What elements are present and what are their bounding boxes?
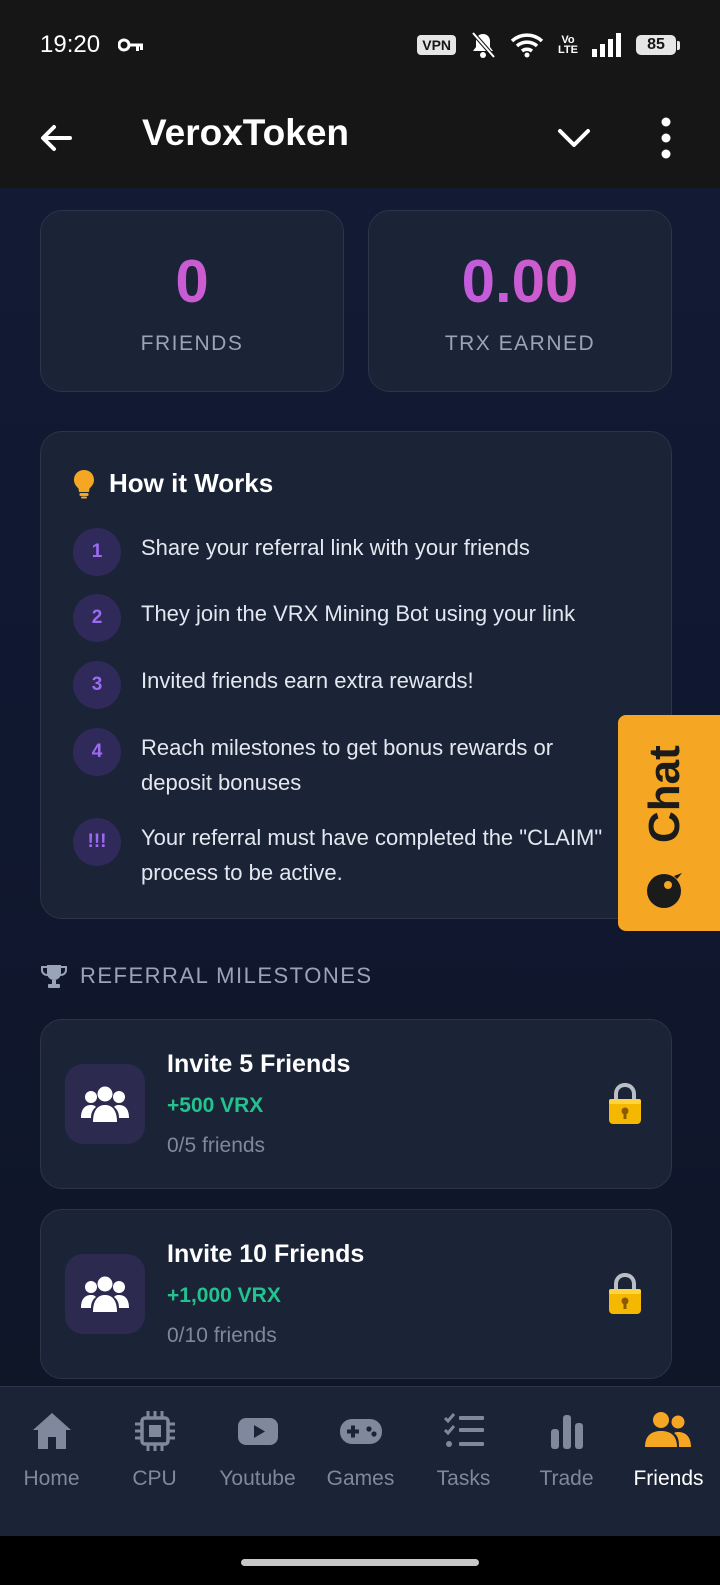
step-item: 2 They join the VRX Mining Bot using you… [73, 594, 621, 642]
more-options-icon[interactable] [656, 116, 676, 160]
chat-button[interactable]: Chat [618, 715, 720, 931]
chevron-down-icon[interactable] [556, 120, 592, 156]
nav-friends[interactable]: Friends [617, 1387, 720, 1537]
trx-earned-label: TRX EARNED [444, 332, 596, 355]
step-item: !!! Your referral must have completed th… [73, 818, 621, 890]
milestones-heading-label: REFERRAL MILESTONES [80, 963, 373, 988]
milestone-reward: +500 VRX [167, 1094, 264, 1117]
milestones-heading: REFERRAL MILESTONES [40, 963, 373, 989]
step-item: 1 Share your referral link with your fri… [73, 528, 621, 576]
milestone-progress: 0/5 friends [167, 1134, 266, 1157]
step-item: 3 Invited friends earn extra rewards! [73, 661, 621, 709]
home-icon [33, 1413, 71, 1449]
step-number-badge: !!! [73, 818, 121, 866]
back-arrow-icon[interactable] [36, 118, 76, 158]
nav-cpu[interactable]: CPU [103, 1387, 206, 1537]
vpn-badge: VPN [417, 35, 457, 55]
gamepad-icon [340, 1419, 382, 1444]
nav-home[interactable]: Home [0, 1387, 103, 1537]
status-time: 19:20 [40, 31, 101, 58]
nav-label: Tasks [436, 1467, 491, 1490]
status-bar: 19:20 VPN Vo LTE 85 [0, 0, 720, 90]
trx-earned-stat-card: 0.00 TRX EARNED [368, 210, 672, 392]
nav-label: Home [23, 1467, 80, 1490]
step-number-badge: 3 [73, 661, 121, 709]
how-it-works-title: How it Works [109, 468, 274, 498]
friends-stat-card: 0 FRIENDS [40, 210, 344, 392]
milestone-card: Invite 5 Friends +500 VRX 0/5 friends [40, 1019, 672, 1189]
nav-label: CPU [132, 1467, 177, 1490]
volte-indicator: Vo LTE [558, 34, 578, 56]
chat-label: Chat [640, 745, 689, 843]
step-text: Reach milestones to get bonus rewards or… [141, 735, 554, 795]
gesture-handle[interactable] [241, 1559, 479, 1566]
nav-tasks[interactable]: Tasks [412, 1387, 515, 1537]
youtube-icon [238, 1418, 278, 1445]
nav-trade[interactable]: Trade [515, 1387, 618, 1537]
milestone-progress: 0/10 friends [167, 1324, 277, 1347]
nav-label: Games [326, 1467, 395, 1490]
trx-earned-value: 0.00 [369, 247, 671, 316]
users-icon [81, 1086, 129, 1122]
step-text: Share your referral link with your frien… [141, 535, 530, 560]
step-number-badge: 2 [73, 594, 121, 642]
bottom-navigation: Home CPU Youtube Games Tasks Trade Frien… [0, 1386, 720, 1536]
main-content: 0 FRIENDS 0.00 TRX EARNED How it Works 1… [0, 188, 720, 1402]
step-text: Invited friends earn extra rewards! [141, 668, 474, 693]
friends-count: 0 [41, 247, 343, 316]
key-icon [118, 38, 144, 52]
milestone-avatar [65, 1254, 145, 1334]
milestone-reward: +1,000 VRX [167, 1284, 281, 1307]
wifi-icon [510, 33, 544, 58]
milestone-title: Invite 5 Friends [167, 1050, 351, 1078]
page-title: VeroxToken [142, 112, 350, 153]
friends-label: FRIENDS [140, 332, 244, 355]
nav-youtube[interactable]: Youtube [206, 1387, 309, 1537]
bell-muted-icon [471, 31, 496, 59]
nav-label: Trade [539, 1467, 594, 1490]
step-item: 4 Reach milestones to get bonus rewards … [73, 728, 621, 800]
nav-games[interactable]: Games [309, 1387, 412, 1537]
tasks-icon [443, 1413, 484, 1447]
nav-label: Friends [633, 1467, 704, 1490]
lock-icon [609, 1272, 641, 1314]
step-text: Your referral must have completed the "C… [141, 825, 603, 885]
how-it-works-card: How it Works 1 Share your referral link … [40, 431, 672, 919]
trophy-icon [41, 965, 67, 988]
app-bar: VeroxToken [0, 90, 720, 188]
lightbulb-icon [74, 469, 94, 498]
friends-icon [645, 1412, 691, 1447]
bar-chart-icon [551, 1415, 583, 1449]
signal-icon [592, 33, 621, 57]
milestone-title: Invite 10 Friends [167, 1240, 365, 1268]
nav-label: Youtube [219, 1467, 296, 1490]
battery-level: 85 [636, 35, 676, 55]
cpu-icon [135, 1411, 175, 1451]
step-number-badge: 1 [73, 528, 121, 576]
lock-icon [609, 1082, 641, 1124]
battery-indicator: 85 [636, 35, 680, 55]
users-icon [81, 1276, 129, 1312]
chat-bubble-icon [647, 873, 682, 908]
milestone-avatar [65, 1064, 145, 1144]
step-text: They join the VRX Mining Bot using your … [141, 601, 576, 626]
milestone-card: Invite 10 Friends +1,000 VRX 0/10 friend… [40, 1209, 672, 1379]
step-number-badge: 4 [73, 728, 121, 776]
